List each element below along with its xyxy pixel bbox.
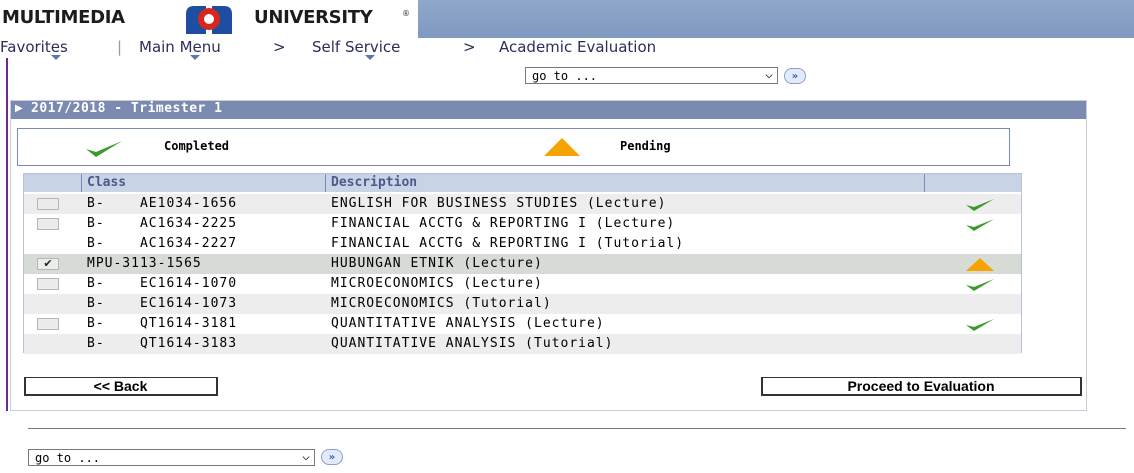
class-description: FINANCIAL ACCTG & REPORTING I (Lecture): [331, 216, 676, 231]
breadcrumb-separator: >: [273, 38, 286, 56]
column-separator: [924, 174, 925, 192]
self-service-dropdown-icon[interactable]: [365, 55, 375, 60]
class-description: MICROECONOMICS (Tutorial): [331, 296, 552, 311]
goto-select-bottom[interactable]: go to ... ⌵: [28, 449, 315, 466]
class-description: HUBUNGAN ETNIK (Lecture): [331, 256, 543, 271]
class-description: QUANTITATIVE ANALYSIS (Tutorial): [331, 336, 614, 351]
table-row: B- AE1034-1656 ENGLISH FOR BUSINESS STUDI…: [24, 194, 1021, 214]
goto-go-button-bottom[interactable]: »: [321, 449, 343, 465]
class-description: MICROECONOMICS (Lecture): [331, 276, 543, 291]
main-menu-dropdown-icon[interactable]: [190, 55, 200, 60]
completed-check-icon: [966, 319, 994, 331]
table-row: B- AC1634-2225 FINANCIAL ACCTG & REPORTIN…: [24, 214, 1021, 234]
chevron-down-icon: ⌵: [765, 67, 773, 82]
menu-self-service[interactable]: Self Service: [312, 38, 400, 56]
menu-divider: |: [117, 38, 123, 56]
class-code: B- EC1614-1073: [87, 296, 238, 311]
table-row: B- EC1614-1073 MICROECONOMICS (Tutorial): [24, 294, 1021, 314]
column-header-description: Description: [331, 175, 418, 190]
goto-select-top[interactable]: go to ... ⌵: [525, 67, 778, 84]
breadcrumb: Favorites | Main Menu > Self Service > A…: [0, 38, 1134, 58]
university-logo: MULTIMEDIA UNIVERSITY ®: [0, 0, 418, 38]
breadcrumb-separator: >: [463, 38, 476, 56]
status-legend: Completed Pending: [17, 128, 1010, 166]
grid-header: Class Description: [24, 174, 1021, 192]
class-code: B- EC1614-1070: [87, 276, 238, 291]
goto-select-value: go to ...: [532, 69, 598, 83]
app-header: MULTIMEDIA UNIVERSITY ®: [0, 0, 1134, 38]
table-row: B- QT1614-3183 QUANTITATIVE ANALYSIS (Tut…: [24, 334, 1021, 354]
column-separator: [325, 174, 326, 192]
completed-check-icon: [966, 279, 994, 291]
table-row: B- EC1614-1070 MICROECONOMICS (Lecture): [24, 274, 1021, 294]
column-header-class: Class: [87, 175, 127, 190]
page-left-border: [6, 58, 8, 411]
table-row: B- AC1634-2227 FINANCIAL ACCTG & REPORTIN…: [24, 234, 1021, 254]
trimester-panel: ▶ 2017/2018 - Trimester 1 Completed Pend…: [10, 100, 1087, 411]
row-select-checkbox[interactable]: ✔: [37, 258, 59, 270]
divider: [28, 428, 1126, 429]
class-code: B- AC1634-2227: [87, 236, 238, 251]
class-description: FINANCIAL ACCTG & REPORTING I (Tutorial): [331, 236, 685, 251]
triangle-right-icon[interactable]: ▶: [15, 103, 23, 114]
row-select-checkbox[interactable]: [37, 278, 59, 290]
legend-pending-label: Pending: [620, 139, 671, 153]
class-code: B- QT1614-3181: [87, 316, 238, 331]
class-code: B- AE1034-1656: [87, 196, 238, 211]
menu-favorites[interactable]: Favorites: [0, 38, 68, 56]
proceed-to-evaluation-button[interactable]: Proceed to Evaluation: [761, 377, 1082, 396]
row-select-checkbox[interactable]: [37, 318, 59, 330]
back-button[interactable]: << Back: [24, 377, 218, 396]
row-select-checkbox[interactable]: [37, 218, 59, 230]
completed-check-icon: [966, 219, 994, 231]
class-grid: Class Description B- AE1034-1656 ENGLISH …: [23, 173, 1022, 354]
goto-go-button-top[interactable]: »: [784, 68, 806, 84]
class-code: B- QT1614-3183: [87, 336, 238, 351]
chevron-down-icon: ⌵: [302, 449, 310, 464]
completed-check-icon: [966, 199, 994, 211]
logo-text-left: MULTIMEDIA: [2, 7, 125, 28]
class-code: B- AC1634-2225: [87, 216, 238, 231]
table-row: B- QT1614-3181 QUANTITATIVE ANALYSIS (Lec…: [24, 314, 1021, 334]
column-separator: [81, 174, 82, 192]
breadcrumb-academic-evaluation: Academic Evaluation: [499, 38, 657, 56]
menu-main-menu[interactable]: Main Menu: [139, 38, 221, 56]
legend-completed-label: Completed: [164, 139, 230, 153]
mmu-logo-icon: [186, 6, 232, 34]
favorites-dropdown-icon[interactable]: [51, 55, 61, 60]
class-description: ENGLISH FOR BUSINESS STUDIES (Lecture): [331, 196, 667, 211]
pending-warning-icon: [544, 138, 580, 156]
pending-warning-icon: [966, 258, 994, 271]
logo-text-right: UNIVERSITY: [254, 7, 373, 28]
panel-title: 2017/2018 - Trimester 1: [31, 101, 223, 116]
panel-header[interactable]: ▶ 2017/2018 - Trimester 1: [11, 101, 1086, 119]
class-code: MPU-3113-1565: [87, 256, 202, 271]
completed-check-icon: [86, 141, 122, 157]
trademark-mark: ®: [402, 9, 410, 18]
row-select-checkbox[interactable]: [37, 198, 59, 210]
class-description: QUANTITATIVE ANALYSIS (Lecture): [331, 316, 605, 331]
goto-select-value: go to ...: [35, 451, 101, 465]
table-row: ✔ MPU-3113-1565 HUBUNGAN ETNIK (Lecture): [24, 254, 1021, 274]
